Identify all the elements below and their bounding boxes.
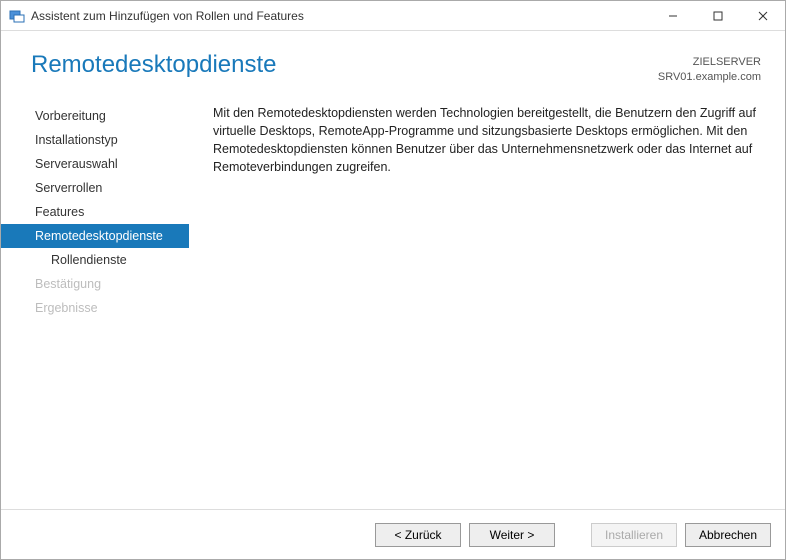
page-title: Remotedesktopdienste (31, 51, 658, 79)
next-button[interactable]: Weiter > (469, 523, 555, 547)
app-icon (9, 8, 25, 24)
nav-item-serverrollen[interactable]: Serverrollen (1, 176, 189, 200)
wizard-window: Assistent zum Hinzufügen von Rollen und … (0, 0, 786, 560)
install-button: Installieren (591, 523, 677, 547)
maximize-button[interactable] (695, 1, 740, 30)
footer: < Zurück Weiter > Installieren Abbrechen (1, 509, 785, 559)
target-server: SRV01.example.com (658, 70, 761, 85)
description-text: Mit den Remotedesktopdiensten werden Tec… (213, 104, 763, 177)
nav-item-rollendienste[interactable]: Rollendienste (1, 248, 189, 272)
sidebar: VorbereitungInstallationstypServerauswah… (1, 94, 189, 509)
target-label: ZIELSERVER (658, 55, 761, 70)
nav-item-serverauswahl[interactable]: Serverauswahl (1, 152, 189, 176)
titlebar: Assistent zum Hinzufügen von Rollen und … (1, 1, 785, 31)
minimize-button[interactable] (650, 1, 695, 30)
nav-item-ergebnisse: Ergebnisse (1, 296, 189, 320)
nav-item-vorbereitung[interactable]: Vorbereitung (1, 104, 189, 128)
nav-item-remotedesktopdienste[interactable]: Remotedesktopdienste (1, 224, 189, 248)
close-button[interactable] (740, 1, 785, 30)
nav-item-features[interactable]: Features (1, 200, 189, 224)
back-button[interactable]: < Zurück (375, 523, 461, 547)
window-title: Assistent zum Hinzufügen von Rollen und … (31, 9, 304, 23)
target-info: ZIELSERVER SRV01.example.com (658, 51, 761, 86)
cancel-button[interactable]: Abbrechen (685, 523, 771, 547)
header: Remotedesktopdienste ZIELSERVER SRV01.ex… (1, 31, 785, 94)
nav-item-best-tigung: Bestätigung (1, 272, 189, 296)
nav-item-installationstyp[interactable]: Installationstyp (1, 128, 189, 152)
content-area: Mit den Remotedesktopdiensten werden Tec… (189, 94, 785, 509)
